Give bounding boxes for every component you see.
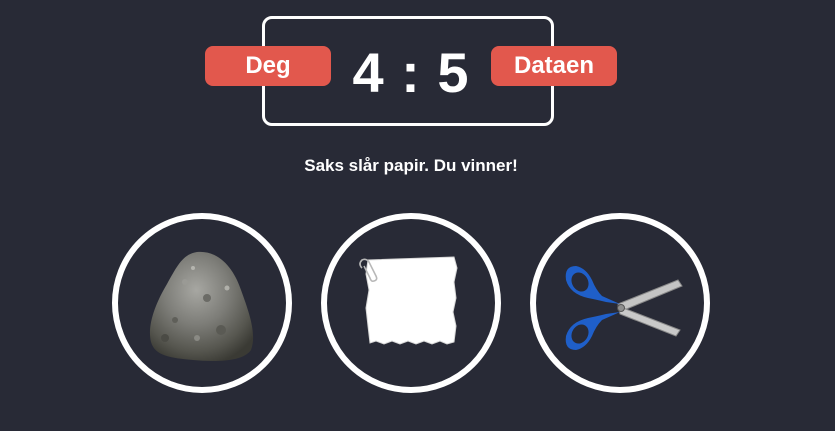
scissors-choice-button[interactable] bbox=[530, 213, 710, 393]
scissors-icon bbox=[565, 266, 683, 350]
computer-label-badge: Dataen bbox=[491, 46, 617, 86]
result-message: Saks slår papir. Du vinner! bbox=[304, 156, 518, 175]
user-score: 4 bbox=[352, 41, 385, 104]
rock-choice-button[interactable] bbox=[112, 213, 292, 393]
rock-icon bbox=[149, 251, 254, 361]
paper-choice-button[interactable] bbox=[321, 213, 501, 393]
user-label-badge: Deg bbox=[205, 46, 331, 86]
score-display: 4 : 5 bbox=[335, 40, 487, 106]
computer-score: 5 bbox=[437, 41, 470, 104]
game-stage: Deg 4 : 5 Dataen Saks slår papir. Du vin… bbox=[0, 0, 835, 431]
score-separator: : bbox=[401, 41, 421, 104]
paper-icon bbox=[359, 256, 458, 345]
